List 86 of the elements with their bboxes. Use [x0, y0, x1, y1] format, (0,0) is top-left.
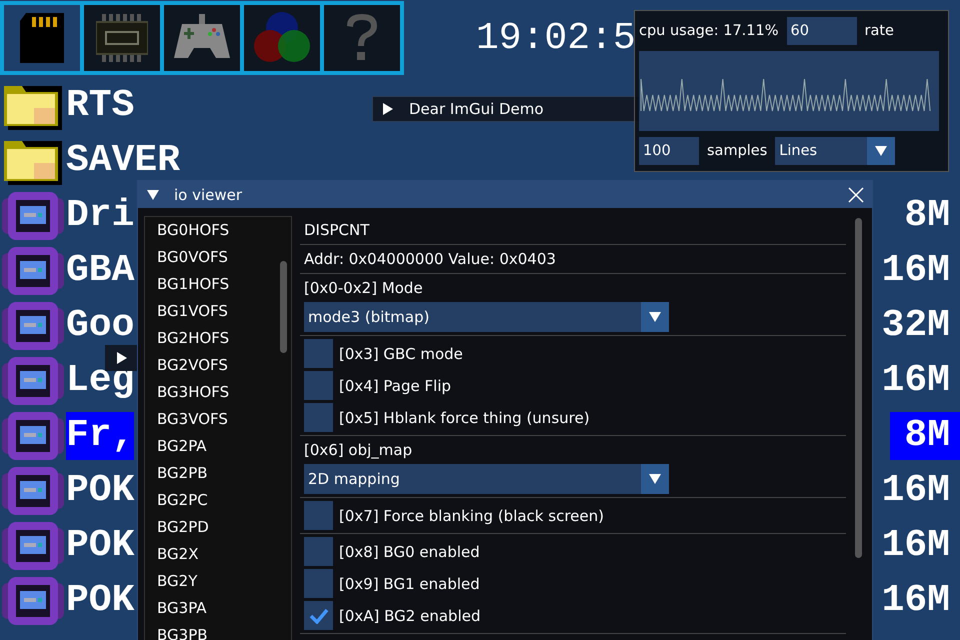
cartridge-icon	[2, 464, 64, 516]
toolbar-tab[interactable]	[4, 5, 80, 71]
info-text: [0x6] obj_map	[304, 440, 414, 461]
dropdown-arrow-icon	[648, 310, 662, 324]
file-name[interactable]: Dri	[66, 192, 134, 240]
file-name[interactable]: POK	[66, 522, 134, 570]
register-item[interactable]: BG2PA	[151, 433, 213, 460]
toolbar-tab[interactable]	[164, 5, 240, 71]
cartridge-icon	[2, 410, 64, 462]
file-name[interactable]: GBA	[66, 246, 134, 294]
checkbox[interactable]	[304, 403, 333, 432]
register-item[interactable]: BG2PD	[151, 514, 215, 541]
checkbox-label: [0xA] BG2 enabled	[339, 606, 480, 626]
expand-icon[interactable]	[381, 102, 395, 116]
file-size: 16M	[880, 248, 951, 294]
register-item[interactable]: BG1VOFS	[151, 298, 234, 325]
collapse-icon[interactable]	[146, 188, 160, 202]
file-name[interactable]: POK	[66, 576, 134, 624]
checkbox-label: [0x9] BG1 enabled	[339, 574, 480, 594]
expand-icon[interactable]	[115, 351, 129, 365]
cpu-usage: cpu usage: 17.11%	[639, 23, 779, 39]
cartridge-icon	[2, 520, 64, 572]
checkbox[interactable]	[304, 601, 333, 630]
file-name[interactable]: Goo	[66, 302, 134, 350]
file-size: 8M	[903, 192, 951, 238]
register-item[interactable]: BG2X	[151, 541, 204, 568]
file-name[interactable]: Leg	[66, 356, 134, 404]
cartridge-icon	[2, 574, 64, 626]
file-size: 8M	[890, 412, 960, 460]
cartridge-icon	[2, 354, 64, 406]
checkbox[interactable]	[304, 569, 333, 598]
register-item[interactable]: BG0VOFS	[151, 244, 234, 271]
window-title: Dear ImGui Demo	[409, 100, 544, 118]
register-item[interactable]: BG3VOFS	[151, 406, 234, 433]
dropdown[interactable]: Lines	[775, 137, 896, 165]
file-name[interactable]: SAVER	[66, 136, 180, 184]
file-size: 16M	[880, 468, 951, 514]
checkbox-label: [0x3] GBC mode	[339, 344, 463, 364]
sd-card-icon	[20, 13, 64, 63]
info-text: DISPCNT	[304, 220, 370, 241]
cartridge-icon	[2, 190, 64, 242]
register-item[interactable]: BG3PA	[151, 595, 213, 622]
checkmark-icon	[308, 608, 328, 624]
register-item[interactable]: BG2HOFS	[151, 325, 236, 352]
file-size: 16M	[880, 522, 951, 568]
checkbox[interactable]	[304, 371, 333, 400]
file-name[interactable]: RTS	[66, 82, 134, 130]
chip-icon	[96, 14, 148, 62]
register-item[interactable]: BG2PB	[151, 460, 214, 487]
register-item[interactable]: BG3PB	[151, 622, 214, 640]
scrollbar[interactable]	[280, 261, 287, 353]
file-name[interactable]: POK	[66, 466, 134, 514]
file-size: 16M	[880, 578, 951, 624]
info-text: Addr: 0x04000000 Value: 0x0403	[304, 249, 557, 270]
checkbox-label: [0x8] BG0 enabled	[339, 542, 480, 562]
clock: 19:02:5	[476, 16, 636, 60]
field-label: samples	[707, 143, 768, 159]
file-size: 32M	[880, 302, 951, 348]
register-item[interactable]: BG3HOFS	[151, 379, 236, 406]
checkbox-label: [0x4] Page Flip	[339, 376, 452, 396]
register-item[interactable]: BG2PC	[151, 487, 214, 514]
dropdown-arrow-icon	[874, 144, 888, 158]
dropdown[interactable]: mode3 (bitmap)	[304, 302, 669, 332]
register-item[interactable]: BG2VOFS	[151, 352, 234, 379]
checkbox[interactable]	[304, 501, 333, 530]
cartridge-icon	[2, 244, 64, 296]
file-size: 16M	[880, 358, 951, 404]
checkbox[interactable]	[304, 339, 333, 368]
checkbox-label: [0x5] Hblank force thing (unsure)	[339, 408, 590, 428]
field-label: rate	[864, 23, 894, 39]
register-item[interactable]: BG1HOFS	[151, 271, 236, 298]
rate-field[interactable]: 60	[786, 17, 857, 45]
samples-field[interactable]: 100	[639, 137, 699, 165]
register-item[interactable]: BG0HOFS	[151, 217, 236, 244]
dropdown-arrow-icon	[648, 472, 662, 486]
info-text: [0x0-0x2] Mode	[304, 278, 424, 299]
dropdown[interactable]: 2D mapping	[304, 464, 669, 494]
cartridge-icon	[2, 300, 64, 352]
file-name[interactable]: Fr,	[66, 412, 134, 460]
checkbox[interactable]	[304, 537, 333, 566]
checkbox-label: [0x7] Force blanking (black screen)	[339, 506, 604, 526]
scrollbar[interactable]	[855, 218, 862, 558]
register-item[interactable]: BG2Y	[151, 568, 204, 595]
window-title: io viewer	[174, 186, 242, 204]
toolbar-tab[interactable]	[84, 5, 160, 71]
close-icon[interactable]	[848, 186, 864, 202]
